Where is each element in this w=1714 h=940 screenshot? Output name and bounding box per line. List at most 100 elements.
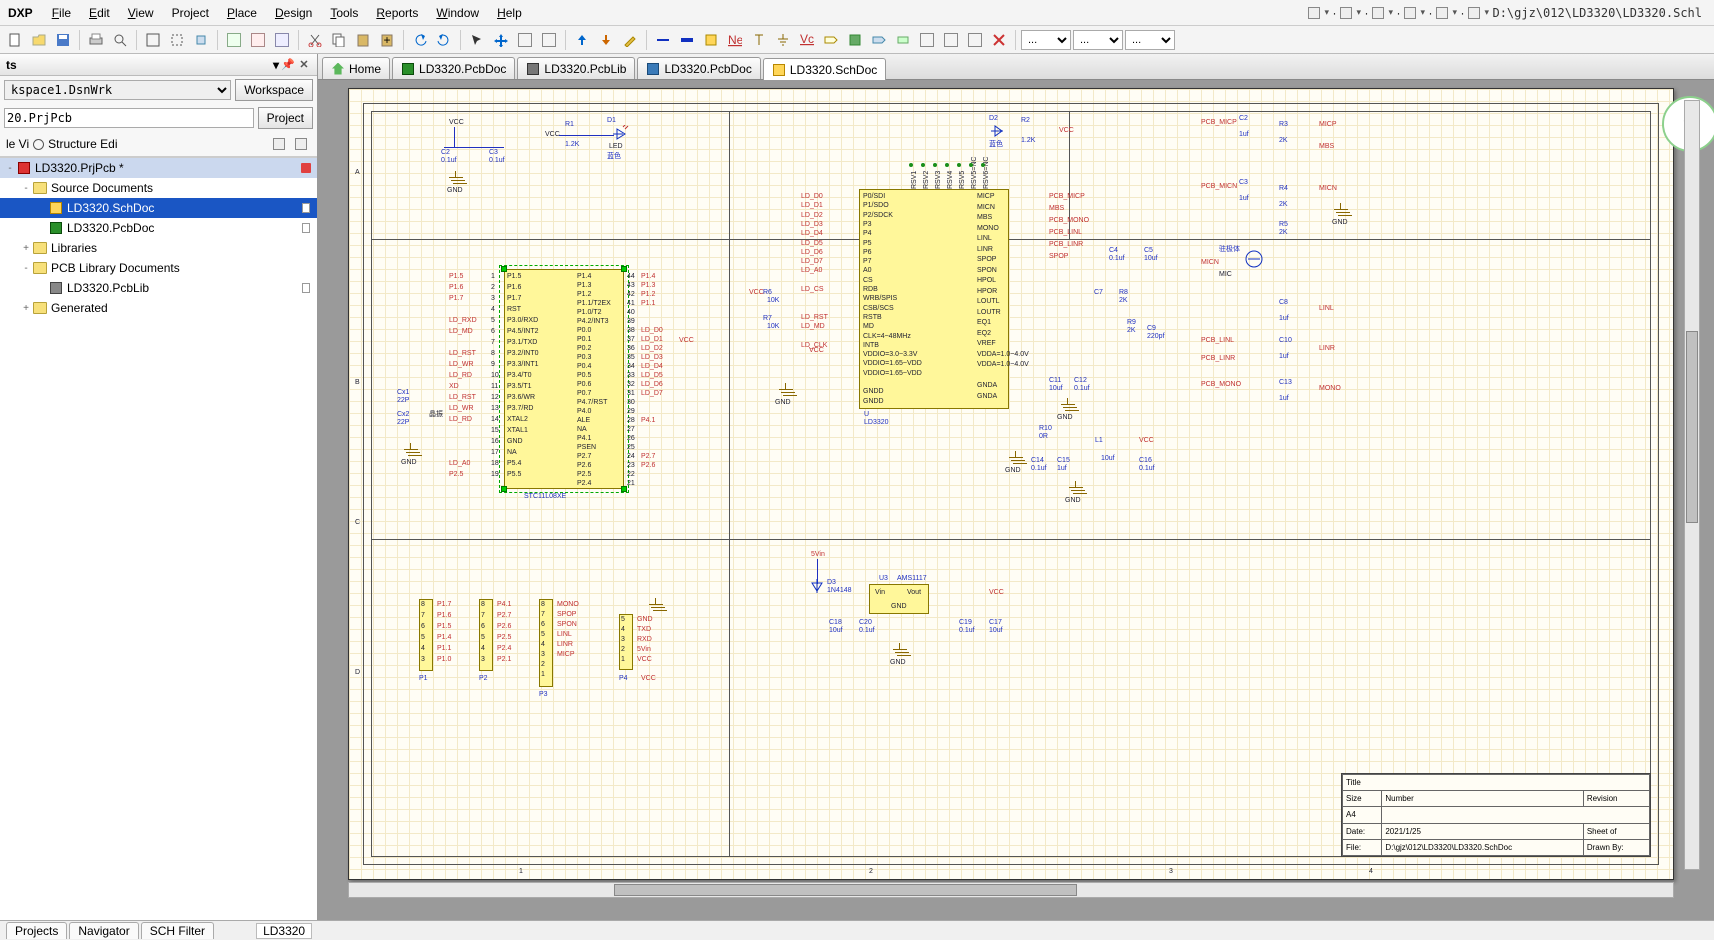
place-part-button[interactable] — [700, 29, 722, 51]
project-button[interactable]: Project — [258, 107, 313, 129]
place-wire-button[interactable] — [652, 29, 674, 51]
place-power-button[interactable] — [748, 29, 770, 51]
tool-icon-4[interactable] — [1401, 4, 1419, 22]
scrollbar-thumb[interactable] — [614, 884, 1077, 896]
close-icon[interactable]: ✕ — [297, 58, 311, 72]
place-vcc-button[interactable]: Vcc — [796, 29, 818, 51]
menu-project[interactable]: Project — [163, 6, 218, 20]
dropdown-icon[interactable]: ▾ — [1388, 7, 1396, 18]
doc-tab[interactable]: LD3320.SchDoc — [763, 58, 886, 80]
dropdown-icon[interactable]: ▾ — [1452, 7, 1460, 18]
dropdown-icon[interactable]: ▾ — [1420, 7, 1428, 18]
status-tab-navigator[interactable]: Navigator — [69, 922, 138, 939]
doc-tab[interactable]: LD3320.PcbLib — [517, 57, 635, 79]
zoom-area-button[interactable] — [166, 29, 188, 51]
tree-row[interactable]: LD3320.PcbDoc — [0, 218, 317, 238]
menu-tools[interactable]: Tools — [321, 6, 367, 20]
down-level-button[interactable] — [595, 29, 617, 51]
place-gnd-button[interactable] — [772, 29, 794, 51]
tb-generic-2[interactable] — [247, 29, 269, 51]
move-button[interactable] — [490, 29, 512, 51]
tool-icon-5[interactable] — [1433, 4, 1451, 22]
dropdown-icon[interactable]: ▾ — [273, 58, 279, 72]
project-tree[interactable]: -LD3320.PrjPcb *-Source DocumentsLD3320.… — [0, 157, 317, 920]
compile-icon[interactable] — [270, 135, 288, 153]
tool-icon-3[interactable] — [1369, 4, 1387, 22]
app-brand[interactable]: DXP — [6, 6, 43, 20]
place-harness-button[interactable] — [892, 29, 914, 51]
grid-icon[interactable] — [1465, 4, 1483, 22]
tb-generic-1[interactable] — [223, 29, 245, 51]
paste-button[interactable] — [352, 29, 374, 51]
menu-place[interactable]: Place — [218, 6, 266, 20]
menu-design[interactable]: Design — [266, 6, 321, 20]
tree-expander[interactable]: - — [4, 163, 16, 174]
filter-combo-2[interactable]: ... — [1125, 30, 1175, 50]
vertical-scrollbar[interactable] — [1684, 100, 1700, 870]
dropdown-icon[interactable]: ▾ — [1484, 7, 1492, 18]
tb-place-1[interactable] — [916, 29, 938, 51]
structure-radio[interactable] — [33, 139, 44, 150]
place-sheet-button[interactable] — [844, 29, 866, 51]
project-field[interactable] — [4, 108, 254, 128]
doc-tab[interactable]: LD3320.PcbDoc — [392, 57, 515, 79]
save-button[interactable] — [52, 29, 74, 51]
print-button[interactable] — [85, 29, 107, 51]
tb-place-2[interactable] — [940, 29, 962, 51]
cut-button[interactable] — [304, 29, 326, 51]
tree-row[interactable]: LD3320.SchDoc — [0, 198, 317, 218]
tree-row[interactable]: +Libraries — [0, 238, 317, 258]
menu-reports[interactable]: Reports — [367, 6, 427, 20]
tb-place-3[interactable] — [964, 29, 986, 51]
tree-row[interactable]: +Generated — [0, 298, 317, 318]
undo-button[interactable] — [409, 29, 431, 51]
tool-icon-1[interactable] — [1305, 4, 1323, 22]
tree-expander[interactable]: + — [20, 303, 32, 314]
dropdown-icon[interactable]: ▾ — [1324, 7, 1332, 18]
refresh-icon[interactable] — [292, 135, 310, 153]
select-button[interactable] — [466, 29, 488, 51]
tree-expander[interactable]: + — [20, 243, 32, 254]
horizontal-scrollbar[interactable] — [348, 882, 1674, 898]
up-level-button[interactable] — [571, 29, 593, 51]
status-tab-schfilter[interactable]: SCH Filter — [141, 922, 214, 939]
tb-generic-4[interactable] — [514, 29, 536, 51]
menu-view[interactable]: View — [119, 6, 163, 20]
menu-file[interactable]: File — [43, 6, 80, 20]
scrollbar-thumb[interactable] — [1686, 331, 1698, 523]
filter-combo-1[interactable]: ... — [1073, 30, 1123, 50]
tb-generic-3[interactable] — [271, 29, 293, 51]
copy-button[interactable] — [328, 29, 350, 51]
preview-button[interactable] — [109, 29, 131, 51]
tree-expander[interactable]: - — [20, 263, 32, 274]
place-port-button[interactable] — [820, 29, 842, 51]
tree-row[interactable]: -PCB Library Documents — [0, 258, 317, 278]
menu-window[interactable]: Window — [427, 6, 488, 20]
paste-special-button[interactable]: + — [376, 29, 398, 51]
tool-icon-2[interactable] — [1337, 4, 1355, 22]
menu-edit[interactable]: Edit — [80, 6, 119, 20]
tb-generic-5[interactable] — [538, 29, 560, 51]
new-doc-button[interactable] — [4, 29, 26, 51]
tree-row[interactable]: LD3320.PcbLib — [0, 278, 317, 298]
zoom-sel-button[interactable] — [190, 29, 212, 51]
place-bus-button[interactable] — [676, 29, 698, 51]
redo-button[interactable] — [433, 29, 455, 51]
no-erc-button[interactable] — [988, 29, 1010, 51]
tree-row[interactable]: -Source Documents — [0, 178, 317, 198]
workspace-button[interactable]: Workspace — [235, 79, 313, 101]
tree-expander[interactable]: - — [20, 183, 32, 194]
menu-help[interactable]: Help — [488, 6, 531, 20]
dropdown-icon[interactable]: ▾ — [1356, 7, 1364, 18]
pin-icon[interactable]: 📌 — [281, 58, 295, 72]
place-sheet-entry-button[interactable] — [868, 29, 890, 51]
place-netlabel-button[interactable]: Net — [724, 29, 746, 51]
status-tab-projects[interactable]: Projects — [6, 922, 67, 939]
zoom-fit-button[interactable] — [142, 29, 164, 51]
doc-tab[interactable]: LD3320.PcbDoc — [637, 57, 760, 79]
open-button[interactable] — [28, 29, 50, 51]
schematic-sheet[interactable]: A B C D 1 2 3 4 VCC C2 0.1uf C3 — [348, 88, 1674, 880]
cross-probe-button[interactable] — [619, 29, 641, 51]
schematic-canvas[interactable]: A B C D 1 2 3 4 VCC C2 0.1uf C3 — [318, 80, 1714, 920]
workspace-select[interactable]: kspace1.DsnWrk — [4, 80, 231, 100]
